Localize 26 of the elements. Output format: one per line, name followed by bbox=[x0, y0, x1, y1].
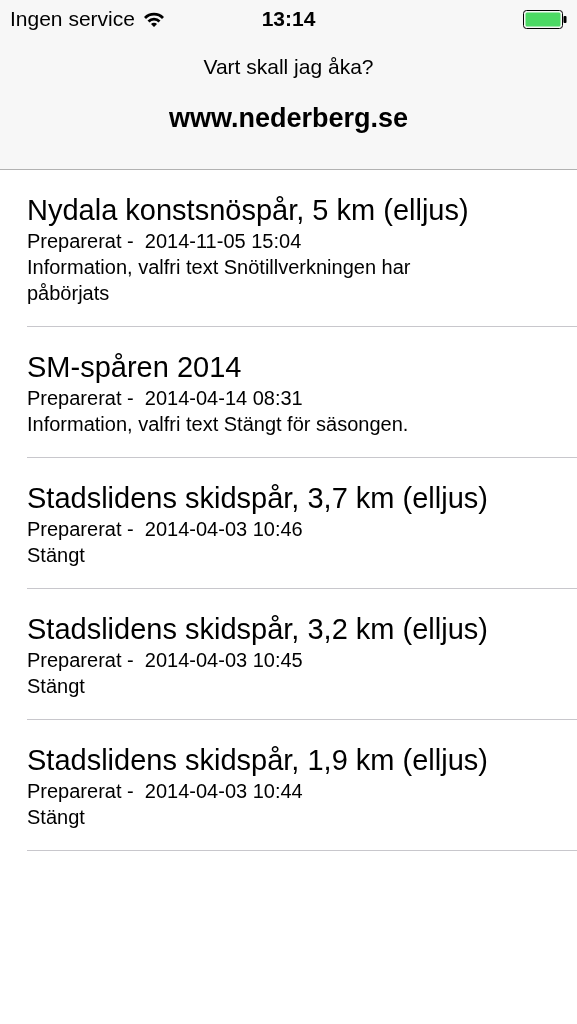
trail-row[interactable]: SM-spåren 2014 Preparerat - 2014-04-14 08:31 Information, valfri text Stängt för säsongen. bbox=[27, 327, 577, 458]
trail-name: SM-spåren 2014 bbox=[27, 351, 242, 383]
prepared-time: Preparerat - 2014-04-14 08:31 bbox=[27, 387, 303, 409]
trail-info: Stängt bbox=[27, 805, 86, 830]
trail-info: Information, valfri text Snötillverkningen har påbörjats bbox=[27, 255, 412, 306]
prepared-time: Preparerat - 2014-04-03 10:45 bbox=[27, 649, 303, 671]
trail-row[interactable]: Nydala konstsnöspår, 5 km (elljus) Preparerat - 2014-11-05 15:04 Information, valfri text Snötillverkningen har påbörjats bbox=[27, 170, 577, 327]
trail-name: Stadslidens skidspår, 3,7 km (elljus) bbox=[27, 482, 488, 514]
clock-time: 13:14 bbox=[261, 7, 316, 30]
trail-row[interactable]: Stadslidens skidspår, 3,7 km (elljus) Preparerat - 2014-04-03 10:46 Stängt bbox=[27, 458, 577, 589]
trail-name: Nydala konstsnöspår, 5 km (elljus) bbox=[27, 194, 469, 226]
trail-info: Stängt bbox=[27, 674, 86, 699]
wifi-icon bbox=[142, 10, 165, 28]
nav-prompt: Vart skall jag åka? bbox=[203, 55, 374, 78]
prepared-time: Preparerat - 2014-04-03 10:46 bbox=[27, 518, 303, 540]
trail-row[interactable]: Stadslidens skidspår, 1,9 km (elljus) Preparerat - 2014-04-03 10:44 Stängt bbox=[27, 720, 577, 851]
carrier-label: Ingen service bbox=[10, 7, 135, 31]
nav-title: www.nederberg.se bbox=[168, 103, 409, 133]
prepared-time: Preparerat - 2014-04-03 10:44 bbox=[27, 780, 303, 802]
trail-name: Stadslidens skidspår, 1,9 km (elljus) bbox=[27, 744, 488, 776]
battery-icon bbox=[523, 9, 567, 29]
trail-info: Information, valfri text Stängt för säsongen. bbox=[27, 412, 410, 437]
trail-row[interactable]: Stadslidens skidspår, 3,2 km (elljus) Preparerat - 2014-04-03 10:45 Stängt bbox=[27, 589, 577, 720]
prepared-time: Preparerat - 2014-11-05 15:04 bbox=[27, 230, 302, 252]
trail-info: Stängt bbox=[27, 543, 86, 568]
trail-name: Stadslidens skidspår, 3,2 km (elljus) bbox=[27, 613, 488, 645]
